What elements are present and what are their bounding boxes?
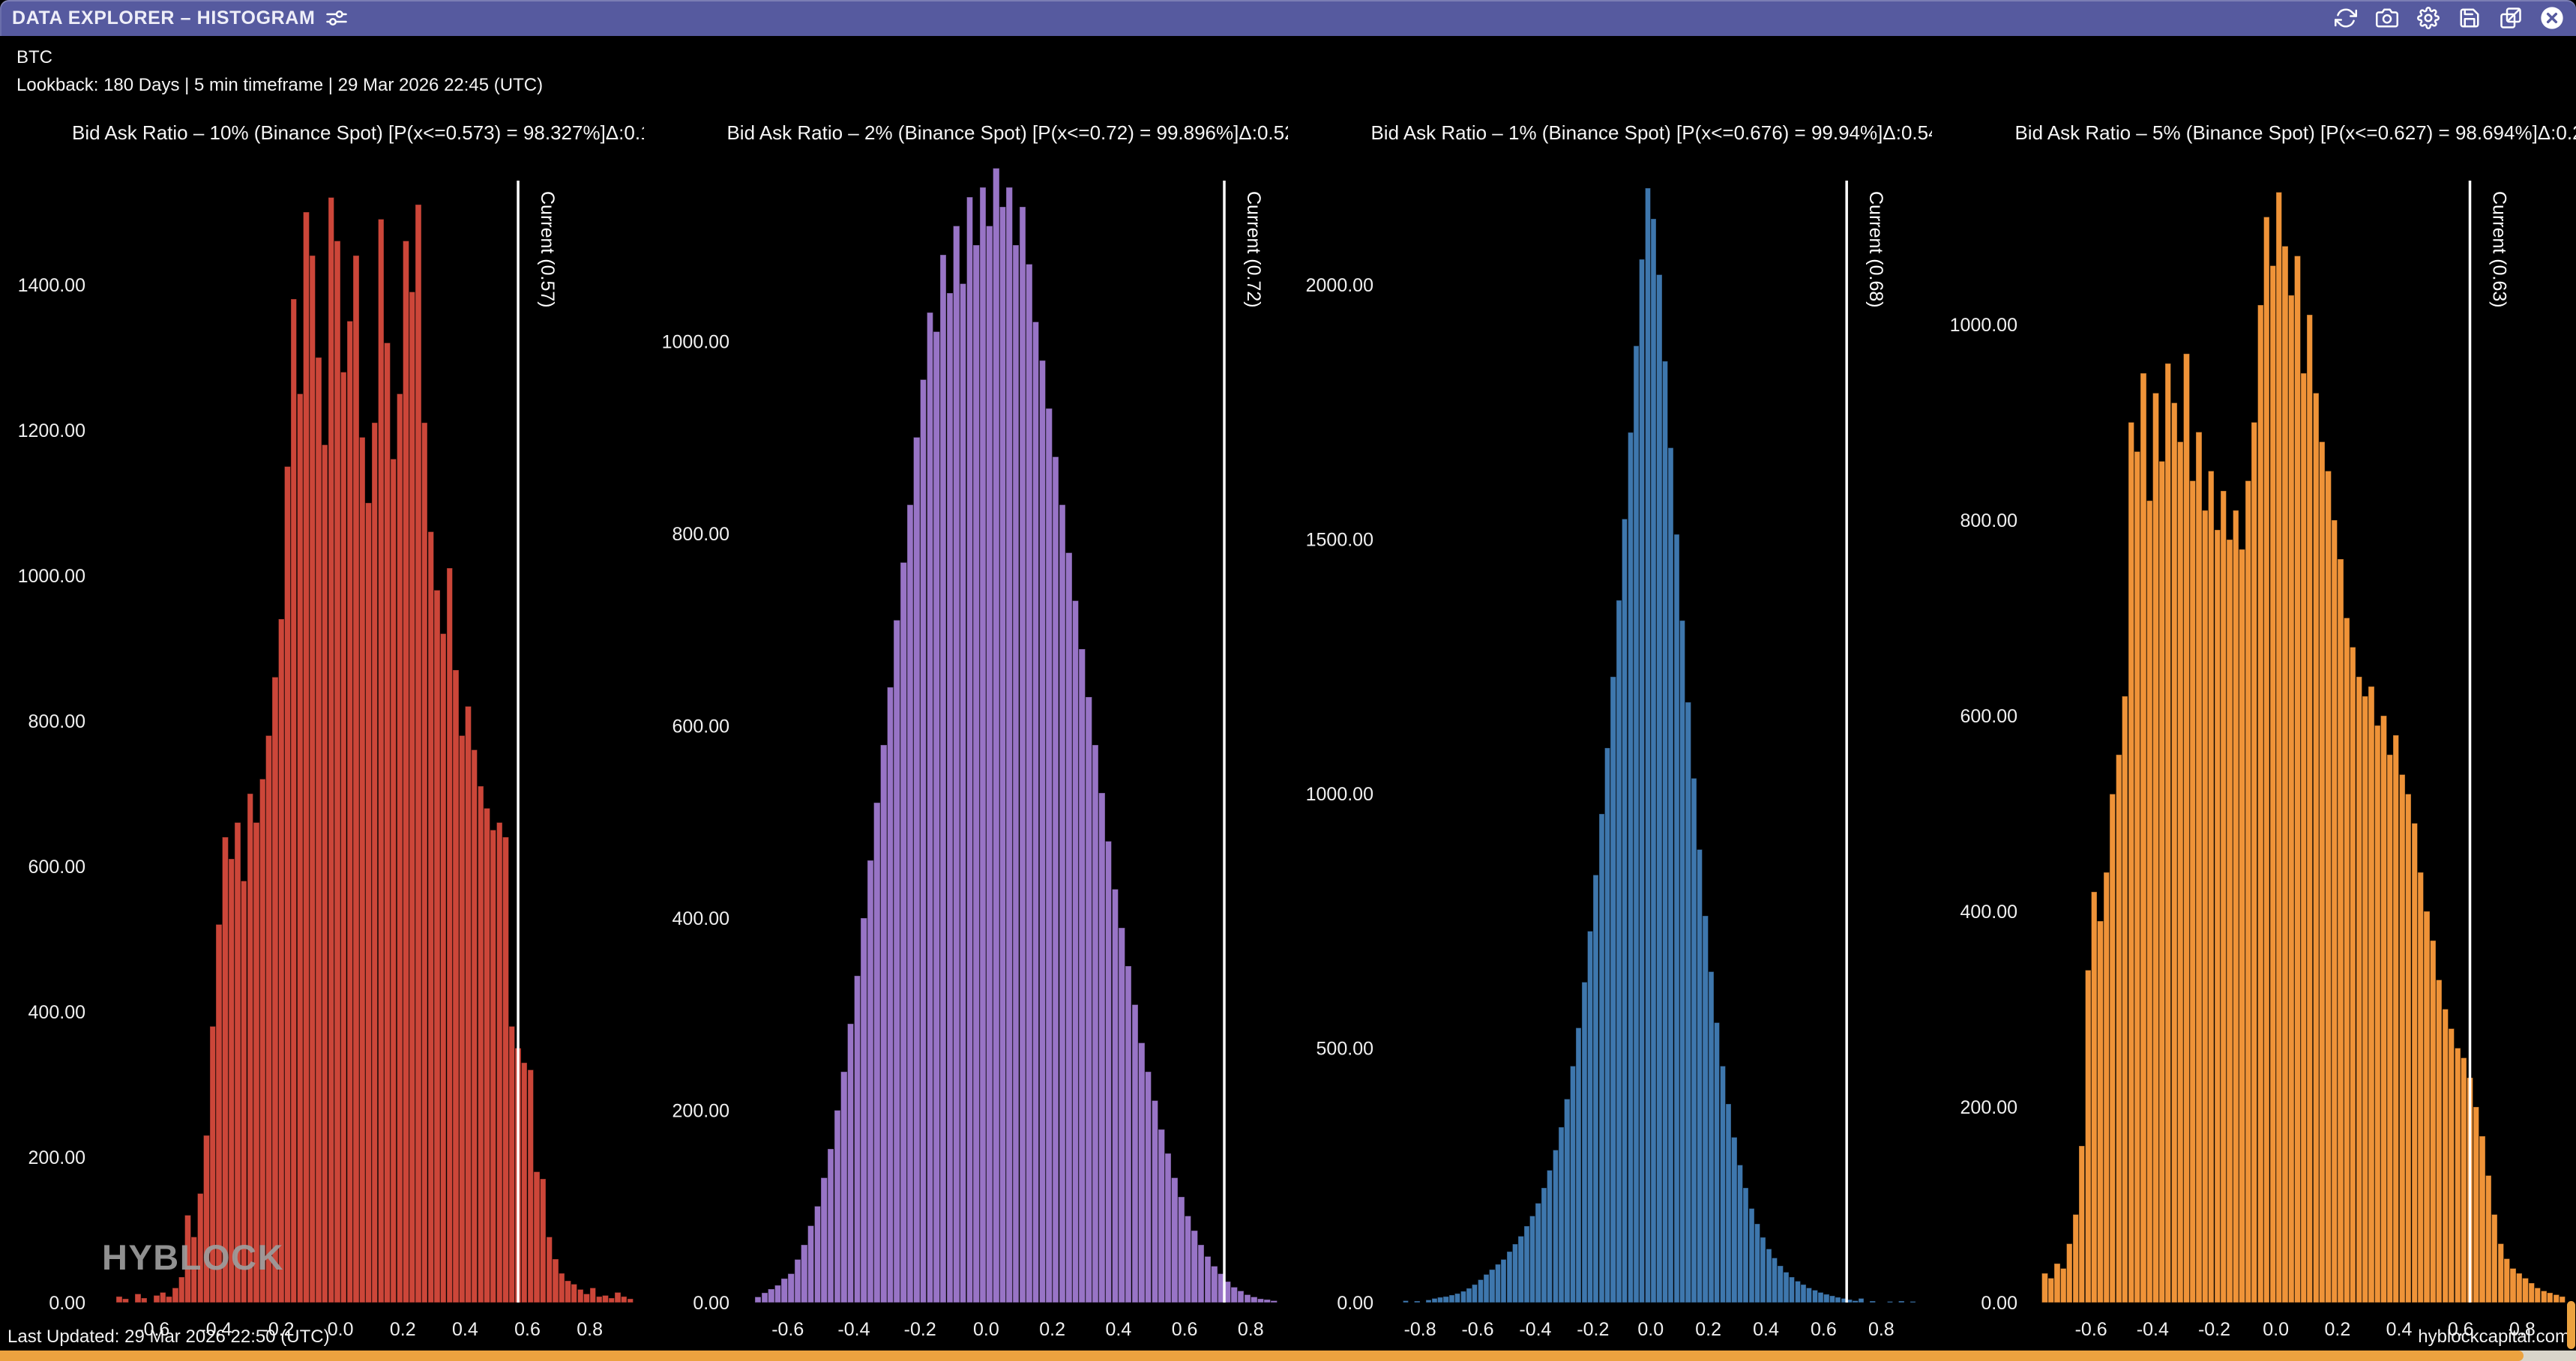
svg-text:200.00: 200.00 <box>672 1100 729 1121</box>
svg-text:0.0: 0.0 <box>2263 1319 2289 1340</box>
svg-text:1000.00: 1000.00 <box>18 566 85 587</box>
svg-text:800.00: 800.00 <box>672 524 729 545</box>
svg-text:-0.6: -0.6 <box>771 1319 804 1340</box>
svg-text:-0.2: -0.2 <box>2198 1319 2230 1340</box>
svg-text:800.00: 800.00 <box>1960 510 2017 531</box>
svg-text:-0.4: -0.4 <box>837 1319 870 1340</box>
svg-text:0.6: 0.6 <box>1811 1319 1837 1340</box>
svg-text:400.00: 400.00 <box>1960 902 2017 923</box>
svg-text:0.6: 0.6 <box>514 1319 541 1340</box>
svg-text:0.00: 0.00 <box>1981 1293 2017 1314</box>
svg-text:0.00: 0.00 <box>49 1293 85 1314</box>
svg-text:0.2: 0.2 <box>1039 1319 1065 1340</box>
svg-text:200.00: 200.00 <box>1960 1097 2017 1118</box>
svg-text:400.00: 400.00 <box>28 1002 85 1023</box>
svg-text:0.4: 0.4 <box>2386 1319 2413 1340</box>
svg-text:0.2: 0.2 <box>1695 1319 1721 1340</box>
histogram-bars <box>116 197 633 1303</box>
svg-text:0.4: 0.4 <box>1105 1319 1131 1340</box>
last-updated-label: Last Updated: 29 Mar 2026 22:50 (UTC) <box>7 1327 330 1348</box>
svg-text:0.0: 0.0 <box>973 1319 999 1340</box>
svg-text:1200.00: 1200.00 <box>18 420 85 441</box>
svg-text:1000.00: 1000.00 <box>662 331 729 352</box>
svg-text:0.2: 0.2 <box>390 1319 416 1340</box>
svg-text:0.6: 0.6 <box>1172 1319 1198 1340</box>
svg-text:0.8: 0.8 <box>1868 1319 1895 1340</box>
svg-text:0.8: 0.8 <box>577 1319 603 1340</box>
svg-text:1000.00: 1000.00 <box>1306 784 1373 805</box>
svg-text:-0.6: -0.6 <box>1461 1319 1493 1340</box>
svg-text:-0.2: -0.2 <box>904 1319 936 1340</box>
svg-text:1000.00: 1000.00 <box>1950 315 2017 336</box>
histogram-chart-4[interactable]: Bid Ask Ratio – 5% (Binance Spot) [P(x<=… <box>1932 0 2576 1361</box>
svg-text:600.00: 600.00 <box>1960 706 2017 727</box>
chart-title: Bid Ask Ratio – 1% (Binance Spot) [P(x<=… <box>1370 121 1932 144</box>
svg-text:0.00: 0.00 <box>1337 1293 1373 1314</box>
svg-text:0.0: 0.0 <box>1637 1319 1664 1340</box>
svg-text:-0.4: -0.4 <box>1519 1319 1551 1340</box>
histogram-chart-1[interactable]: Bid Ask Ratio – 10% (Binance Spot) [P(x<… <box>0 0 644 1361</box>
svg-text:0.4: 0.4 <box>1753 1319 1779 1340</box>
chart-title: Bid Ask Ratio – 5% (Binance Spot) [P(x<=… <box>2014 121 2576 144</box>
svg-text:1400.00: 1400.00 <box>18 275 85 296</box>
svg-text:0.8: 0.8 <box>1238 1319 1264 1340</box>
current-line-label: Current (0.57) <box>537 191 558 308</box>
histogram-bars <box>1403 188 1916 1303</box>
hyblock-watermark: HYBLOCK <box>102 1237 284 1278</box>
svg-text:2000.00: 2000.00 <box>1306 275 1373 296</box>
histogram-chart-2[interactable]: Bid Ask Ratio – 2% (Binance Spot) [P(x<=… <box>644 0 1288 1361</box>
chart-title: Bid Ask Ratio – 2% (Binance Spot) [P(x<=… <box>726 121 1288 144</box>
current-line-label: Current (0.68) <box>1865 191 1886 308</box>
svg-text:-0.8: -0.8 <box>1404 1319 1436 1340</box>
svg-text:-0.6: -0.6 <box>2075 1319 2107 1340</box>
site-label: hyblockcapital.com <box>2418 1327 2570 1348</box>
horizontal-scrollbar-thumb[interactable] <box>0 1351 2524 1361</box>
current-line-label: Current (0.72) <box>1243 191 1264 308</box>
svg-text:0.2: 0.2 <box>2324 1319 2350 1340</box>
svg-text:600.00: 600.00 <box>672 716 729 737</box>
svg-text:-0.4: -0.4 <box>2137 1319 2169 1340</box>
svg-text:200.00: 200.00 <box>28 1147 85 1168</box>
histogram-chart-3[interactable]: Bid Ask Ratio – 1% (Binance Spot) [P(x<=… <box>1288 0 1932 1361</box>
svg-text:800.00: 800.00 <box>28 711 85 732</box>
svg-text:0.0: 0.0 <box>328 1319 354 1340</box>
svg-text:-0.2: -0.2 <box>1577 1319 1609 1340</box>
histogram-bars <box>755 168 1277 1303</box>
vertical-scrollbar-thumb[interactable] <box>2567 1301 2575 1349</box>
svg-text:400.00: 400.00 <box>672 908 729 929</box>
horizontal-scrollbar-track[interactable] <box>0 1351 2576 1361</box>
svg-text:600.00: 600.00 <box>28 857 85 878</box>
chart-title: Bid Ask Ratio – 10% (Binance Spot) [P(x<… <box>72 121 644 144</box>
current-line-label: Current (0.63) <box>2489 191 2510 308</box>
svg-text:1500.00: 1500.00 <box>1306 530 1373 551</box>
histogram-bars <box>2042 193 2566 1303</box>
svg-text:0.00: 0.00 <box>693 1293 729 1314</box>
svg-text:0.4: 0.4 <box>452 1319 478 1340</box>
histogram-grid: Bid Ask Ratio – 10% (Binance Spot) [P(x<… <box>0 0 2576 1361</box>
svg-text:500.00: 500.00 <box>1316 1039 1373 1060</box>
